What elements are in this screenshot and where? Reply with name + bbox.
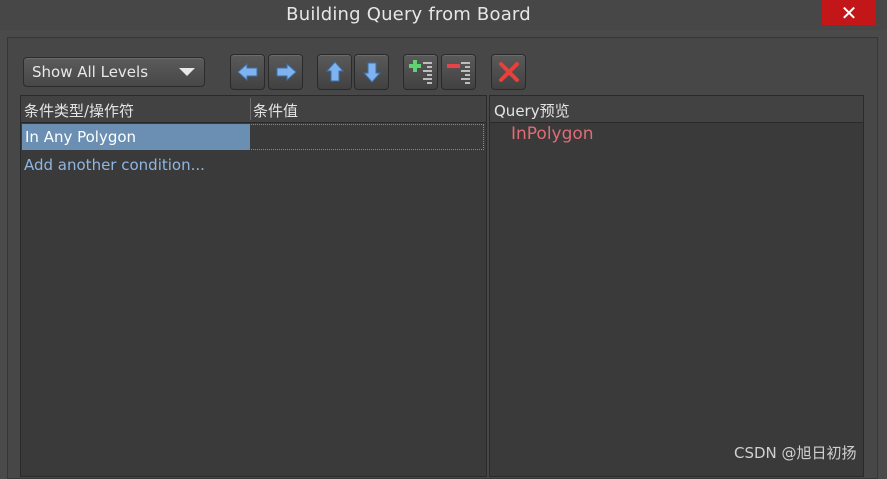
arrow-left-icon xyxy=(236,62,257,82)
preview-header: Query预览 xyxy=(490,96,863,123)
move-right-button[interactable] xyxy=(268,54,303,90)
title-bar: Building Query from Board ✕ xyxy=(0,0,887,30)
close-icon: ✕ xyxy=(840,0,858,25)
add-condition-link[interactable]: Add another condition... xyxy=(24,156,205,174)
window-title: Building Query from Board xyxy=(286,4,531,25)
close-button[interactable]: ✕ xyxy=(822,0,876,25)
delete-icon xyxy=(498,62,519,82)
move-up-button[interactable] xyxy=(317,54,352,90)
arrow-up-icon xyxy=(325,61,344,82)
remove-condition-icon xyxy=(446,62,470,84)
condition-cell-selected[interactable]: In Any Polygon xyxy=(22,124,250,150)
condition-grid: 条件类型/操作符 条件值 In Any Polygon Add another … xyxy=(20,95,487,477)
delete-button[interactable] xyxy=(491,54,526,90)
move-down-button[interactable] xyxy=(354,54,389,90)
remove-condition-button[interactable] xyxy=(441,54,476,90)
level-combo[interactable]: Show All Levels xyxy=(23,57,205,87)
chevron-down-icon xyxy=(179,68,195,76)
column-header-condition-type[interactable]: 条件类型/操作符 xyxy=(24,100,134,121)
move-left-button[interactable] xyxy=(230,54,265,90)
query-preview-panel: Query预览 InPolygon xyxy=(489,95,864,477)
add-condition-icon xyxy=(408,60,432,84)
query-preview-text: InPolygon xyxy=(511,124,594,144)
arrow-down-icon xyxy=(362,62,381,83)
level-combo-value: Show All Levels xyxy=(32,63,149,81)
watermark: CSDN @旭日初扬 xyxy=(734,444,857,462)
arrow-right-icon xyxy=(276,62,297,82)
preview-header-label: Query预览 xyxy=(494,102,570,120)
condition-type-text: In Any Polygon xyxy=(25,128,137,146)
column-header-condition-value[interactable]: 条件值 xyxy=(253,100,298,121)
condition-value-cell[interactable] xyxy=(251,124,484,150)
column-divider[interactable] xyxy=(250,98,251,120)
add-condition-button[interactable] xyxy=(403,54,438,90)
grid-header: 条件类型/操作符 条件值 xyxy=(21,96,486,123)
